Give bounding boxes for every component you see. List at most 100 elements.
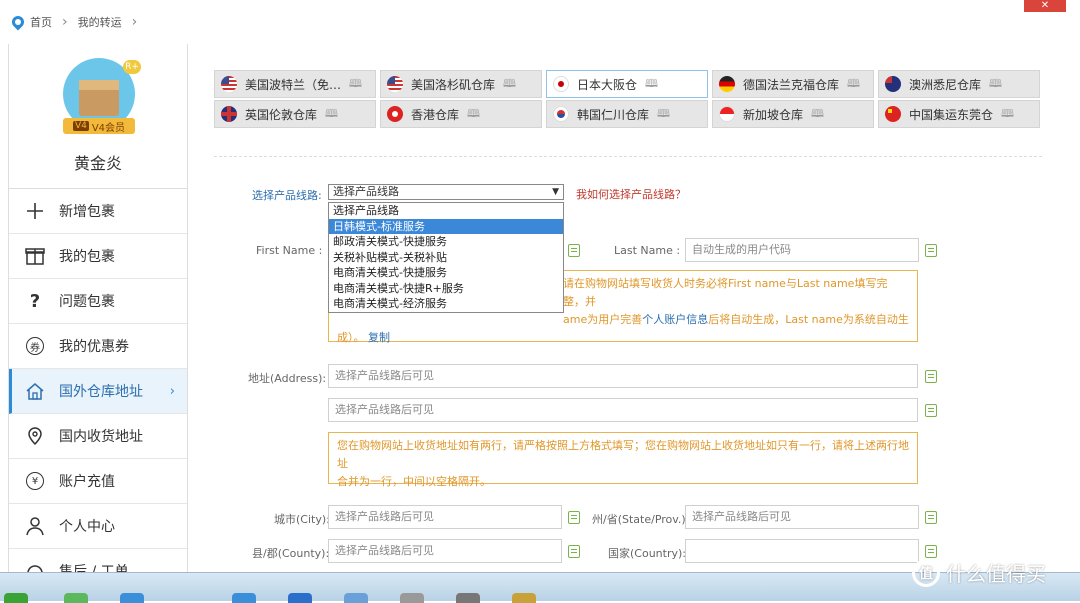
route-option-highlighted[interactable]: 日韩模式-标准服务 [329,218,563,234]
address-line2-field[interactable]: 选择产品线路后可见 [328,398,918,422]
book-icon[interactable]: 🕮 [989,75,1002,94]
county-field[interactable]: 选择产品线路后可见 [328,539,562,563]
tab-label: 英国伦敦仓库 [245,107,318,122]
tab-label: 德国法兰克福仓库 [743,77,840,92]
copy-icon[interactable] [568,545,580,558]
watermark-text: 什么值得买 [946,562,1046,586]
route-help-link[interactable]: 我如何选择产品线路？ [576,186,686,202]
book-icon[interactable]: 🕮 [349,75,362,94]
copy-icon[interactable] [925,545,937,558]
route-option[interactable]: 邮政清关模式-快捷服务 [329,234,563,250]
state-field[interactable]: 选择产品线路后可见 [685,505,919,529]
breadcrumb-home[interactable]: 首页 [30,14,52,30]
taskbar-app-icon[interactable] [288,593,312,603]
location-icon [23,426,47,446]
route-option[interactable]: 选择产品线路 [329,203,563,219]
copy-link[interactable]: 复制 [368,331,390,344]
copy-icon[interactable] [925,404,937,417]
sidebar-item-my-packages[interactable]: 我的包裹 [9,234,187,279]
sidebar-item-overseas-warehouse[interactable]: 国外仓库地址 › [9,369,187,414]
copy-icon[interactable] [925,511,937,524]
address-note-line1: 您在购物网站上收货地址如有两行，请严格按照上方格式填写；您在购物网站上收货地址如… [337,439,909,470]
copy-icon[interactable] [925,244,937,257]
address-line1-field[interactable]: 选择产品线路后可见 [328,364,918,388]
taskbar-app-icon[interactable] [64,593,88,603]
book-icon[interactable]: 🕮 [325,105,338,124]
sidebar-item-coupons[interactable]: 券 我的优惠券 [9,324,187,369]
yen-icon: ¥ [23,471,47,491]
state-label: 州/省(State/Prov.): [592,513,690,526]
personal-info-link[interactable]: 个人账户信息 [642,313,708,326]
book-icon[interactable]: 🕮 [503,75,516,94]
tab-australia-sydney[interactable]: 澳洲悉尼仓库 🕮 [878,70,1040,98]
route-option[interactable]: 电商清关模式-快捷服务 [329,265,563,281]
sidebar-item-label: 问题包裹 [59,294,115,310]
sidebar-menu: 新增包裹 我的包裹 ? 问题包裹 券 我的优惠券 国外仓库地址 › 国内收货地址 [9,188,187,594]
route-select[interactable]: 选择产品线路 ▼ [328,184,564,200]
tab-china-dongguan[interactable]: 中国集运东莞仓 🕮 [878,100,1040,128]
county-label: 县/郡(County): [252,547,330,560]
book-icon[interactable]: 🕮 [467,105,480,124]
sidebar-item-personal-center[interactable]: 个人中心 [9,504,187,549]
start-icon[interactable] [4,593,28,603]
city-field[interactable]: 选择产品线路后可见 [328,505,562,529]
route-option[interactable]: 电商清关模式-经济服务 [329,296,563,312]
last-name-field[interactable]: 自动生成的用户代码 [685,238,919,262]
tab-hongkong[interactable]: 香港仓库 🕮 [380,100,542,128]
taskbar-app-icon[interactable] [120,593,144,603]
book-icon[interactable]: 🕮 [657,105,670,124]
breadcrumb: 首页 › 我的转运 › [9,13,141,31]
breadcrumb-current[interactable]: 我的转运 [78,14,122,30]
tab-us-la[interactable]: 美国洛杉矶仓库 🕮 [380,70,542,98]
last-name-label: Last Name : [614,244,681,257]
flag-kr-icon [553,106,569,122]
taskbar-app-icon[interactable] [232,593,256,603]
tab-singapore[interactable]: 新加坡仓库 🕮 [712,100,874,128]
tab-uk-london[interactable]: 英国伦敦仓库 🕮 [214,100,376,128]
first-name-label: First Name : [256,244,323,257]
route-select-value: 选择产品线路 [333,185,399,198]
watermark: 值 什么值得买 [912,558,1046,587]
route-option[interactable]: 电商清关模式-快捷R+服务 [329,281,563,297]
tab-us-portland[interactable]: 美国波特兰（免… 🕮 [214,70,376,98]
book-icon[interactable]: 🕮 [847,75,860,94]
close-button[interactable]: ✕ [1024,0,1066,12]
flag-cn-icon [885,106,901,122]
tab-korea-incheon[interactable]: 韩国仁川仓库 🕮 [546,100,708,128]
sidebar-item-label: 国内收货地址 [59,429,143,445]
copy-icon[interactable] [568,244,580,257]
sidebar-item-add-package[interactable]: 新增包裹 [9,189,187,234]
taskbar-app-icon[interactable] [400,593,424,603]
taskbar-app-icon[interactable] [512,593,536,603]
copy-icon[interactable] [568,511,580,524]
flag-au-icon [885,76,901,92]
package-icon [23,246,47,266]
vip-badge: V4 V4会员 [63,118,135,134]
sidebar-item-domestic-address[interactable]: 国内收货地址 [9,414,187,459]
route-option[interactable]: 关税补贴模式-关税补贴 [329,250,563,266]
flag-sg-icon [719,106,735,122]
tab-label: 新加坡仓库 [743,107,804,122]
address-note-line2: 合并为一行，中间以空格隔开。 [337,475,491,488]
tab-japan-osaka[interactable]: 日本大阪仓 🕮 [546,70,708,98]
sidebar-item-problem-packages[interactable]: ? 问题包裹 [9,279,187,324]
book-icon[interactable]: 🕮 [645,75,658,94]
taskbar-app-icon[interactable] [456,593,480,603]
tab-germany-frankfurt[interactable]: 德国法兰克福仓库 🕮 [712,70,874,98]
book-icon[interactable]: 🕮 [1001,105,1014,124]
sidebar-item-label: 账户充值 [59,474,115,490]
country-field[interactable] [685,539,919,563]
tab-label: 美国洛杉矶仓库 [411,77,496,92]
taskbar-app-icon[interactable] [344,593,368,603]
flag-us-icon [387,76,403,92]
book-icon[interactable]: 🕮 [811,105,824,124]
sidebar-item-label: 我的包裹 [59,249,115,265]
divider [214,156,1042,157]
copy-icon[interactable] [925,370,937,383]
question-icon: ? [29,290,41,312]
house-icon [23,381,47,401]
name-note-line3: 成）。 复制 [337,331,390,344]
sidebar-item-recharge[interactable]: ¥ 账户充值 [9,459,187,504]
tab-label: 中国集运东莞仓 [909,107,994,122]
tab-label: 美国波特兰（免… [245,77,342,92]
